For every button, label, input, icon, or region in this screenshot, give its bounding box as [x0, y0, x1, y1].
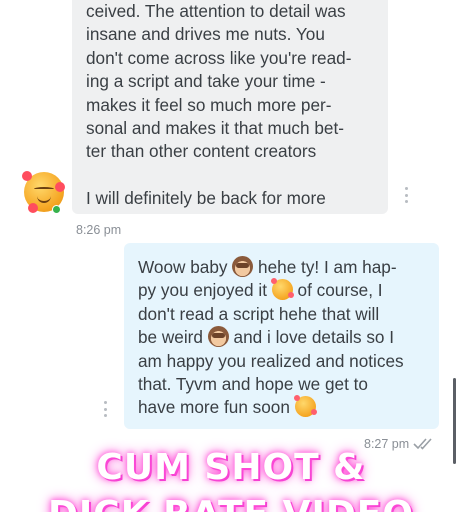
- heart-icon: [28, 203, 38, 213]
- see-no-evil-monkey-icon: [207, 326, 229, 348]
- see-no-evil-monkey-icon: [232, 256, 254, 277]
- outbound-message-bubble[interactable]: Woow baby hehe ty! I am hap- py you enjo…: [124, 243, 439, 429]
- inbound-message-menu-icon[interactable]: [402, 187, 410, 203]
- heart-icon: [22, 171, 32, 181]
- heart-icon: [55, 182, 65, 192]
- inbound-message-time: 8:26 pm: [76, 223, 122, 237]
- overlay-title: CUM SHOT &: [96, 447, 366, 488]
- outbound-message-menu-icon[interactable]: [101, 401, 109, 417]
- inbound-message-bubble[interactable]: ceived. The attention to detail was insa…: [72, 0, 388, 214]
- smiling-face-with-hearts-icon: [270, 278, 294, 301]
- online-status-dot: [52, 205, 61, 214]
- avatar-eyes: [34, 187, 54, 191]
- inbound-message-text: ceived. The attention to detail was insa…: [86, 1, 352, 162]
- outbound-message-text: Woow baby hehe ty! I am hap- py you enjo…: [138, 256, 404, 418]
- avatar-mouth: [37, 196, 51, 203]
- overlay-subtitle: DICK RATE VIDEO: [0, 494, 462, 512]
- inbound-message-last-line: I will definitely be back for more: [86, 187, 326, 208]
- smiling-face-with-hearts-icon: [293, 395, 317, 418]
